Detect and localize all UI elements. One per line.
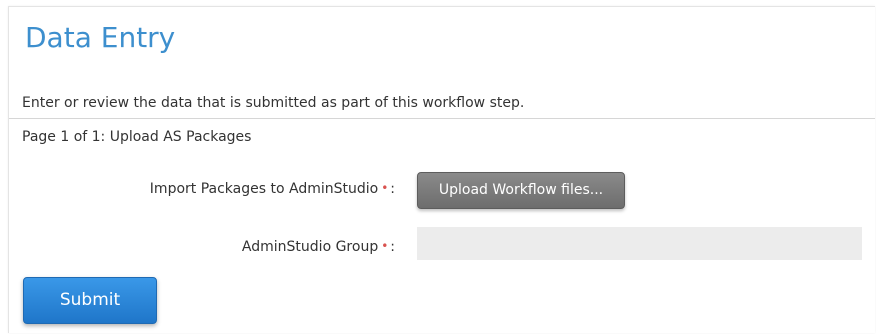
adminstudio-group-label-text: AdminStudio Group xyxy=(241,239,379,255)
label-suffix: : xyxy=(390,181,395,197)
label-suffix: : xyxy=(390,239,395,255)
required-marker: • xyxy=(381,181,389,195)
adminstudio-group-label: AdminStudio Group •: xyxy=(242,237,395,257)
required-marker: • xyxy=(381,239,389,253)
page-title: Data Entry xyxy=(25,21,176,54)
submit-button[interactable]: Submit xyxy=(23,277,157,324)
upload-workflow-files-button[interactable]: Upload Workflow files... xyxy=(417,172,625,209)
step-description: Enter or review the data that is submitt… xyxy=(22,95,525,111)
page-indicator: Page 1 of 1: Upload AS Packages xyxy=(22,129,252,145)
data-entry-panel: Data Entry Enter or review the data that… xyxy=(8,6,875,333)
divider xyxy=(9,118,875,119)
import-packages-label: Import Packages to AdminStudio •: xyxy=(150,179,395,199)
import-packages-label-text: Import Packages to AdminStudio xyxy=(149,181,379,197)
adminstudio-group-field[interactable] xyxy=(417,227,862,260)
